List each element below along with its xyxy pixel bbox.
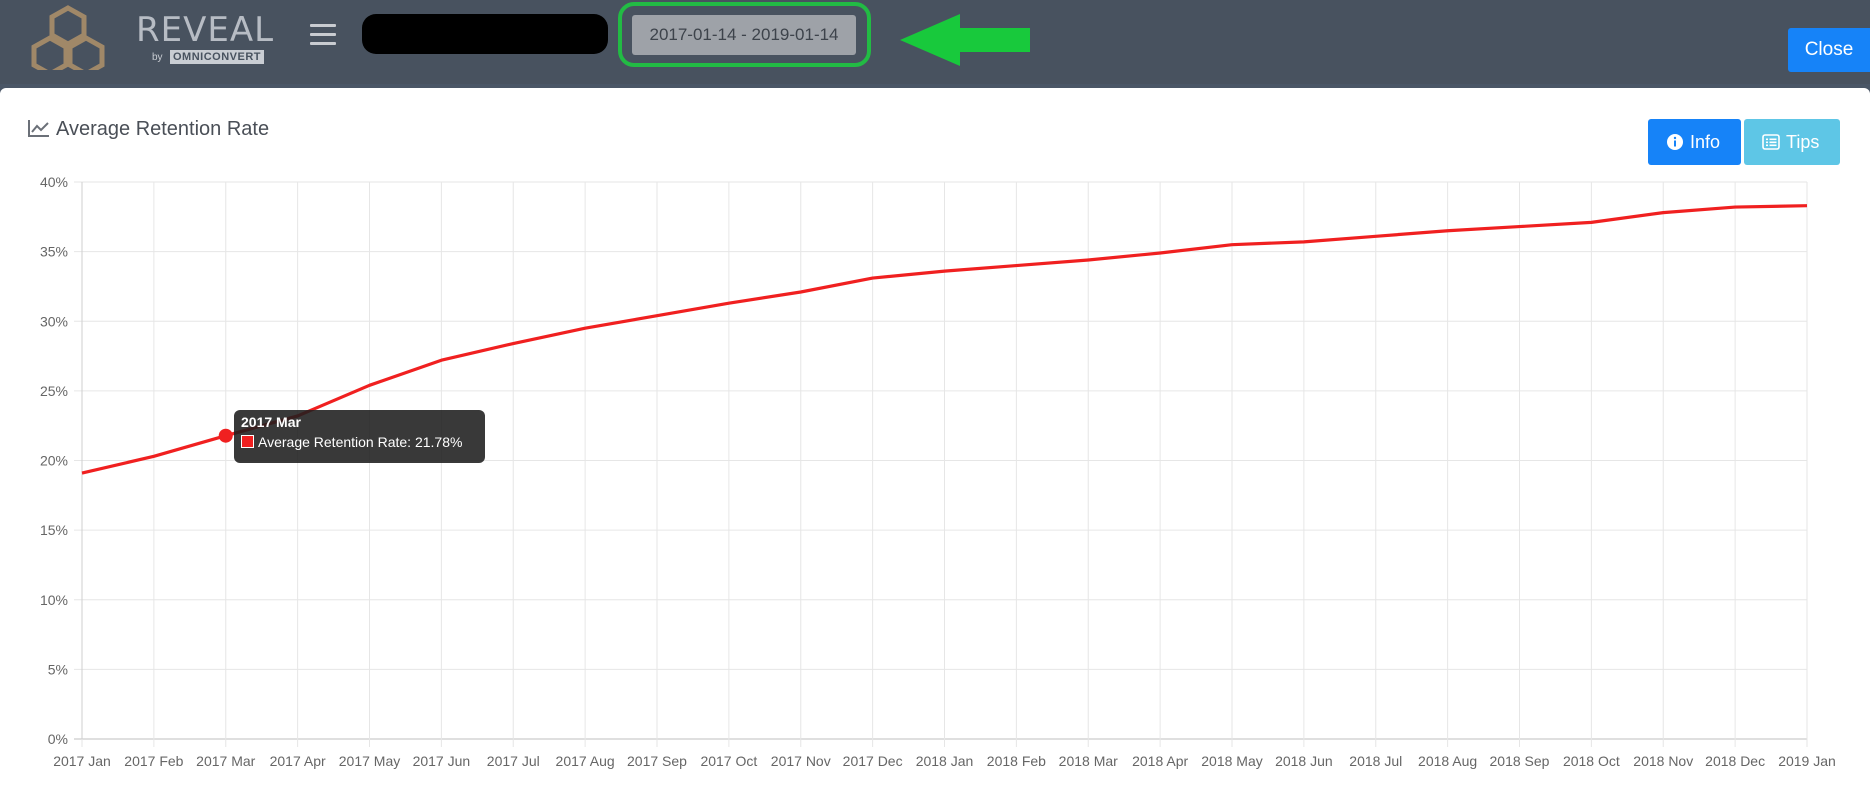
x-tick-label: 2018 May	[1201, 753, 1262, 769]
x-tick-label: 2018 Mar	[1059, 753, 1118, 769]
logo-brand-text: OMNICONVERT	[170, 50, 264, 64]
tooltip-series-swatch	[241, 435, 254, 448]
chart-tooltip: 2017 Mar Average Retention Rate: 21.78%	[234, 410, 485, 463]
y-tick-label: 25%	[40, 383, 68, 399]
logo-by-text: by	[152, 52, 163, 63]
x-tick-label: 2018 Dec	[1705, 753, 1765, 769]
x-tick-label: 2018 Nov	[1633, 753, 1693, 769]
highlighted-data-point	[218, 428, 233, 443]
tooltip-value-text: Average Retention Rate: 21.78%	[258, 434, 463, 450]
x-tick-label: 2017 Dec	[843, 753, 903, 769]
date-range-picker[interactable]: 2017-01-14 - 2019-01-14	[632, 15, 856, 55]
y-tick-label: 20%	[40, 453, 68, 469]
y-tick-label: 15%	[40, 522, 68, 538]
x-tick-label: 2018 Jan	[916, 753, 974, 769]
chart-panel: Average Retention Rate Info Tips 0% 5% 10%…	[0, 88, 1870, 786]
green-arrow-icon	[900, 14, 1030, 66]
reveal-logo[interactable]: REVEAL by OMNICONVERT	[30, 4, 273, 77]
x-tick-label: 2018 Jun	[1275, 753, 1333, 769]
x-tick-label: 2017 Jan	[53, 753, 111, 769]
x-tick-label: 2017 Jul	[487, 753, 540, 769]
y-tick-label: 35%	[40, 244, 68, 260]
x-tick-label: 2018 Feb	[987, 753, 1046, 769]
x-tick-label: 2019 Jan	[1778, 753, 1836, 769]
y-tick-label: 40%	[40, 174, 68, 190]
x-tick-label: 2017 Oct	[700, 753, 757, 769]
close-button[interactable]: Close	[1788, 28, 1870, 72]
hexagon-logo-icon	[31, 5, 105, 77]
y-tick-label: 0%	[48, 731, 68, 747]
x-tick-label: 2017 Mar	[196, 753, 255, 769]
x-tick-label: 2017 Sep	[627, 753, 687, 769]
redacted-field	[362, 14, 608, 54]
top-bar: REVEAL by OMNICONVERT 2017-01-14 - 2019-…	[0, 0, 1870, 84]
x-tick-label: 2017 Aug	[556, 753, 615, 769]
x-tick-label: 2017 Feb	[124, 753, 183, 769]
tooltip-title: 2017 Mar	[241, 414, 301, 430]
x-tick-label: 2018 Apr	[1132, 753, 1188, 769]
x-tick-label: 2018 Sep	[1490, 753, 1550, 769]
x-tick-label: 2017 Nov	[771, 753, 831, 769]
y-tick-label: 30%	[40, 313, 68, 329]
x-tick-label: 2018 Jul	[1349, 753, 1402, 769]
logo-text: REVEAL	[136, 10, 275, 50]
hamburger-icon[interactable]	[310, 24, 336, 46]
y-tick-label: 10%	[40, 592, 68, 608]
x-tick-label: 2017 Apr	[270, 753, 326, 769]
x-tick-label: 2018 Oct	[1563, 753, 1620, 769]
x-tick-label: 2017 Jun	[413, 753, 471, 769]
x-tick-label: 2017 May	[339, 753, 400, 769]
y-tick-label: 5%	[48, 661, 68, 677]
x-tick-label: 2018 Aug	[1418, 753, 1477, 769]
